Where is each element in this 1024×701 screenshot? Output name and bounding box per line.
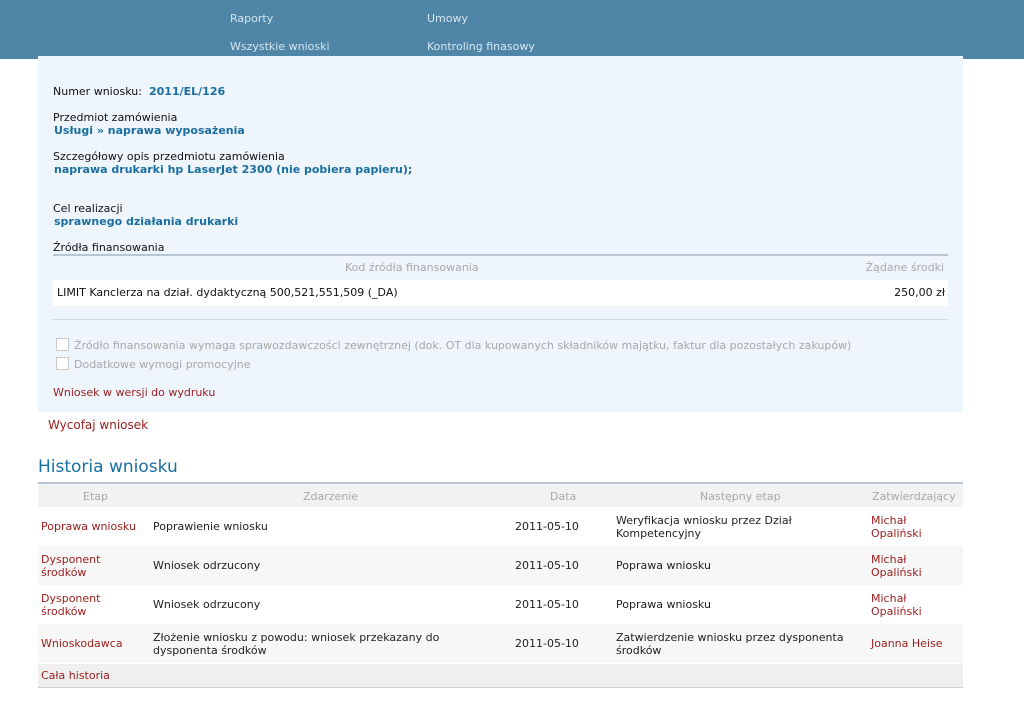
history-next-stage: Poprawa wniosku: [616, 598, 711, 611]
history-etap[interactable]: Wnioskodawca: [41, 637, 149, 650]
history-event: Wniosek odrzucony: [153, 598, 261, 611]
funding-header-amount: Żądane środki: [865, 261, 944, 274]
subject-label: Przedmiot zamówienia: [53, 111, 178, 124]
history-approver[interactable]: Michał Opaliński: [871, 553, 951, 579]
history-etap[interactable]: Dysponent środków: [41, 592, 121, 618]
external-reporting-label: Źródło finansowania wymaga sprawozdawczo…: [74, 339, 852, 352]
nav-raporty[interactable]: Raporty: [230, 12, 273, 25]
nav-wszystkie-wnioski[interactable]: Wszystkie wnioski: [230, 40, 330, 53]
funding-divider: [53, 319, 948, 320]
history-event: Wniosek odrzucony: [153, 559, 261, 572]
history-date: 2011-05-10: [515, 559, 579, 572]
external-reporting-checkbox[interactable]: [56, 338, 69, 351]
funding-sources-label: Źródła finansowania: [53, 241, 165, 254]
history-title: Historia wniosku: [38, 457, 178, 477]
history-approver[interactable]: Joanna Heise: [871, 637, 961, 650]
promo-requirements-label: Dodatkowe wymogi promocyjne: [74, 358, 251, 371]
description-label: Szczegółowy opis przedmiotu zamówienia: [53, 150, 285, 163]
external-reporting-checkbox-row: Źródło finansowania wymaga sprawozdawczo…: [56, 338, 851, 352]
history-etap[interactable]: Poprawa wniosku: [41, 520, 149, 533]
history-row: Dysponent środków Wniosek odrzucony 2011…: [38, 546, 963, 585]
nav-kontroling-finansowy[interactable]: Kontroling finasowy: [427, 40, 535, 53]
funding-amount: 250,00 zł: [894, 286, 945, 299]
history-event: Poprawienie wniosku: [153, 520, 268, 533]
history-approver[interactable]: Michał Opaliński: [871, 514, 951, 540]
purpose-value: sprawnego działania drukarki: [54, 215, 239, 228]
history-approver[interactable]: Michał Opaliński: [871, 592, 951, 618]
history-next-stage: Poprawa wniosku: [616, 559, 711, 572]
history-header-zatwierdzajacy: Zatwierdzający: [872, 490, 956, 503]
history-header-etap: Etap: [83, 490, 108, 503]
nav-umowy[interactable]: Umowy: [427, 12, 468, 25]
history-date: 2011-05-10: [515, 520, 579, 533]
history-next-stage: Zatwierdzenie wniosku przez dysponenta ś…: [616, 631, 844, 657]
print-version-link[interactable]: Wniosek w wersji do wydruku: [53, 386, 215, 399]
withdraw-request-link[interactable]: Wycofaj wniosek: [48, 418, 148, 432]
history-event: Złożenie wniosku z powodu: wniosek przek…: [153, 631, 440, 657]
history-table-header: Etap Zdarzenie Data Następny etap Zatwie…: [38, 482, 963, 509]
funding-code: LIMIT Kanclerza na dział. dydaktyczną 50…: [57, 286, 398, 299]
request-number-label: Numer wniosku:: [53, 85, 142, 98]
top-navigation-bar: Raporty Umowy Wszystkie wnioski Kontroli…: [0, 0, 1024, 59]
funding-table-header: Kod źródła finansowania Żądane środki: [53, 254, 948, 280]
promo-requirements-checkbox-row: Dodatkowe wymogi promocyjne: [56, 357, 250, 371]
history-header-zdarzenie: Zdarzenie: [303, 490, 359, 503]
description-value: naprawa drukarki hp LaserJet 2300 (nie p…: [54, 163, 413, 176]
history-date: 2011-05-10: [515, 598, 579, 611]
history-row: Dysponent środków Wniosek odrzucony 2011…: [38, 585, 963, 624]
purpose-label: Cel realizacji: [53, 202, 123, 215]
subject-value: Usługi » naprawa wyposażenia: [54, 124, 245, 137]
request-number-value: 2011/EL/126: [149, 85, 226, 98]
full-history-link[interactable]: Cała historia: [41, 669, 110, 682]
funding-table-row: LIMIT Kanclerza na dział. dydaktyczną 50…: [53, 280, 948, 306]
history-header-nastepny: Następny etap: [700, 490, 781, 503]
history-etap[interactable]: Dysponent środków: [41, 553, 121, 579]
history-next-stage: Weryfikacja wniosku przez Dział Kompeten…: [616, 514, 792, 540]
funding-header-code: Kod źródła finansowania: [345, 261, 479, 274]
history-row: Poprawa wniosku Poprawienie wniosku 2011…: [38, 507, 963, 546]
history-footer: Cała historia: [38, 664, 963, 688]
history-row: Wnioskodawca Złożenie wniosku z powodu: …: [38, 624, 963, 663]
promo-requirements-checkbox[interactable]: [56, 357, 69, 370]
history-date: 2011-05-10: [515, 637, 579, 650]
history-header-data: Data: [550, 490, 577, 503]
